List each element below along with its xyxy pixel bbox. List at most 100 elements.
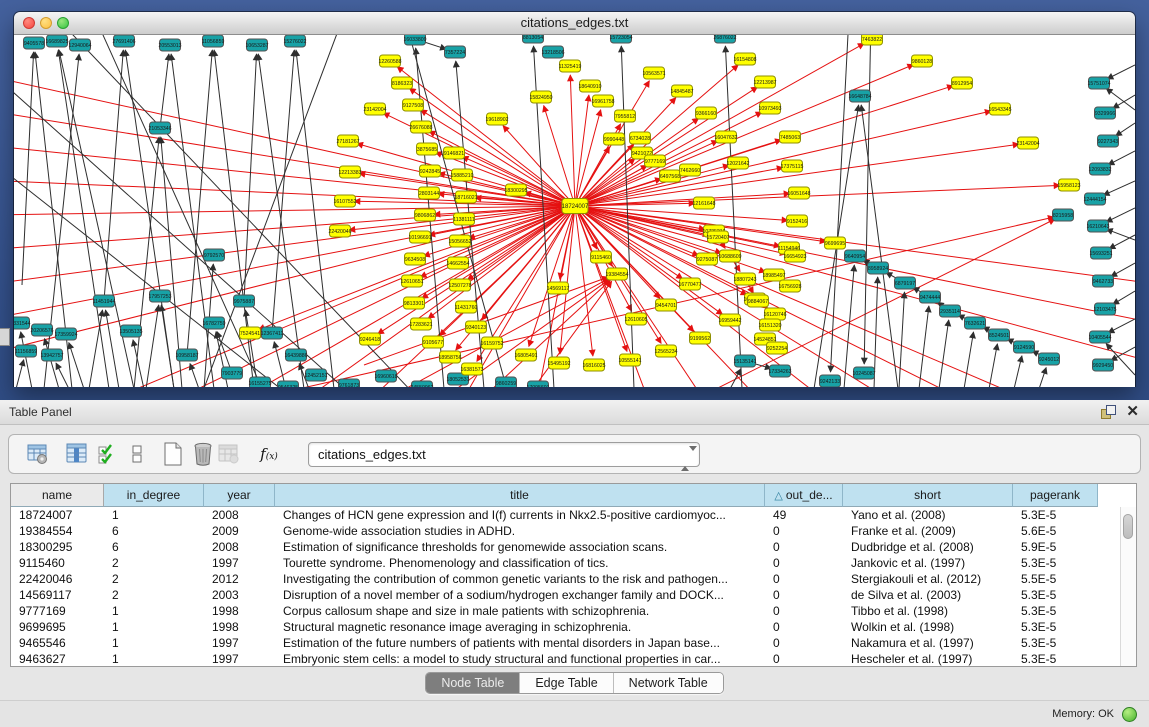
column-header-year[interactable]: year xyxy=(204,484,275,507)
graph-node-label: 9761873 xyxy=(339,383,359,387)
zoom-traffic-light[interactable] xyxy=(57,17,69,29)
graph-node-label: 16047632 xyxy=(714,135,737,141)
cell-short: Dudbridge et al. (2008) xyxy=(843,539,1013,555)
column-header-pagerank[interactable]: pagerank xyxy=(1013,484,1098,507)
column-header-in_degree[interactable]: in_degree xyxy=(104,484,204,507)
table-row[interactable]: 1456911722003Disruption of a novel membe… xyxy=(11,587,1136,603)
graph-edge xyxy=(160,54,169,128)
graph-node-label: 16648784 xyxy=(848,94,871,100)
graph-edge xyxy=(187,50,212,355)
graph-edge xyxy=(21,332,32,387)
cell-name: 22420046 xyxy=(11,571,104,587)
graph-edge xyxy=(1113,291,1135,304)
network-canvas[interactable]: 9405578166898251294006427691406205530131… xyxy=(14,35,1135,387)
graph-node-label: 15885210 xyxy=(450,173,473,179)
table-row[interactable]: 946554611997Estimation of the future num… xyxy=(11,635,1136,651)
function-builder-icon-button[interactable]: f(x) xyxy=(256,441,282,467)
graph-node-label: 13942757 xyxy=(40,353,63,359)
table-row[interactable]: 911546021997Tourette syndrome. Phenomeno… xyxy=(11,555,1136,571)
graph-node-label: 16756928 xyxy=(778,284,801,290)
column-header-name[interactable]: name xyxy=(11,484,104,507)
graph-node-label: 9860128 xyxy=(912,59,932,65)
table-row[interactable]: 977716911998Corpus callosum shape and si… xyxy=(11,603,1136,619)
graph-node-label: 9813301 xyxy=(404,301,424,307)
table-row[interactable]: 1872400712008Changes of HCN gene express… xyxy=(11,507,1136,523)
graph-node-label: 15720407 xyxy=(706,235,729,241)
table-row[interactable]: 2242004622012Investigating the contribut… xyxy=(11,571,1136,587)
row-selection-icon-button[interactable] xyxy=(95,441,121,467)
graph-edge xyxy=(14,146,575,206)
graph-node-label: 18985497 xyxy=(762,273,785,279)
graph-node-label: 16770477 xyxy=(678,282,701,288)
column-settings-icon-button[interactable] xyxy=(25,441,51,467)
table-row[interactable]: 1830029562008Estimation of significance … xyxy=(11,539,1136,555)
graph-edge xyxy=(1108,319,1135,333)
cell-in_degree: 2 xyxy=(104,555,204,571)
column-header-short[interactable]: short xyxy=(843,484,1013,507)
close-icon[interactable]: ✕ xyxy=(1126,402,1139,420)
minimize-traffic-light[interactable] xyxy=(40,17,52,29)
graph-node-label: 21053346 xyxy=(148,126,171,132)
graph-node-label: 9990448 xyxy=(604,137,624,143)
panel-collapse-handle[interactable] xyxy=(0,328,10,346)
scrollbar-thumb[interactable] xyxy=(1123,514,1133,539)
table-row[interactable]: 1938455462009Genome-wide association stu… xyxy=(11,523,1136,539)
graph-node-label: 10196691 xyxy=(408,235,431,241)
graph-node-label: 17957253 xyxy=(148,294,171,300)
memory-status-label: Memory: OK xyxy=(1052,708,1114,720)
import-table-icon-button[interactable] xyxy=(216,441,242,467)
tab-edge-table[interactable]: Edge Table xyxy=(519,673,612,693)
cell-in_degree: 1 xyxy=(104,651,204,667)
graph-node-label: 16960618 xyxy=(374,374,397,380)
graph-edge xyxy=(1108,151,1135,165)
tab-network-table[interactable]: Network Table xyxy=(613,673,723,693)
graph-node-label: 12507278 xyxy=(448,283,471,289)
graph-edge xyxy=(22,52,34,285)
clear-cells-icon-button[interactable] xyxy=(124,441,150,467)
table-body: 1872400712008Changes of HCN gene express… xyxy=(11,507,1136,667)
graph-node-label: 9242845 xyxy=(420,169,440,175)
table-selector-value: citations_edges.txt xyxy=(318,447,426,462)
graph-edge xyxy=(1116,123,1136,136)
graph-node-label: 9199562 xyxy=(690,336,710,342)
graph-node-label: 12213383 xyxy=(338,170,361,176)
graph-node-label: 8958924 xyxy=(868,266,888,272)
select-columns-icon-button[interactable] xyxy=(64,441,90,467)
cell-out_degree: 0 xyxy=(765,619,843,635)
graph-node-label: 15824950 xyxy=(529,95,552,101)
cell-year: 1997 xyxy=(204,555,275,571)
tab-node-table[interactable]: Node Table xyxy=(426,673,519,693)
graph-node-label: 14662554 xyxy=(446,261,469,267)
cell-in_degree: 6 xyxy=(104,523,204,539)
table-row[interactable]: 969969511998Structural magnetic resonanc… xyxy=(11,619,1136,635)
cell-title: Changes of HCN gene expression and I(f) … xyxy=(275,507,765,523)
graph-edge xyxy=(56,363,69,387)
close-traffic-light[interactable] xyxy=(23,17,35,29)
vertical-scrollbar[interactable] xyxy=(1120,507,1136,666)
graph-node-label: 10405544 xyxy=(1088,335,1111,341)
cell-name: 9115460 xyxy=(11,555,104,571)
column-header-out_degree[interactable]: △out_de... xyxy=(765,484,843,507)
graph-edge xyxy=(1106,208,1135,222)
table-selector-dropdown[interactable]: citations_edges.txt xyxy=(308,442,700,467)
table-row[interactable]: 946362711997Embryonic stem cells: a mode… xyxy=(11,651,1136,667)
new-table-icon-button[interactable] xyxy=(160,441,186,467)
graph-node-label: 6497568 xyxy=(660,174,680,180)
cell-year: 2008 xyxy=(204,507,275,523)
graph-node-label: 9146821 xyxy=(444,151,464,157)
graph-node-label: 16816025 xyxy=(582,363,605,369)
graph-node-label: 9105677 xyxy=(423,340,443,346)
graph-node-label: 10563571 xyxy=(642,71,665,77)
graph-node-label: 16107552 xyxy=(333,199,356,205)
float-panel-icon[interactable] xyxy=(1101,405,1115,419)
graph-node-label: 10973493 xyxy=(758,106,781,112)
cell-pagerank: 5.3E-5 xyxy=(1013,635,1098,651)
network-window-titlebar[interactable]: citations_edges.txt xyxy=(14,12,1135,35)
graph-node-label: 17095601 xyxy=(526,385,549,387)
column-header-title[interactable]: title xyxy=(275,484,765,507)
graph-edge xyxy=(1111,347,1135,361)
graph-edge xyxy=(16,360,24,387)
graph-edge xyxy=(1107,65,1135,79)
delete-table-icon-button[interactable] xyxy=(190,441,216,467)
graph-node-label: 8524501 xyxy=(989,333,1009,339)
